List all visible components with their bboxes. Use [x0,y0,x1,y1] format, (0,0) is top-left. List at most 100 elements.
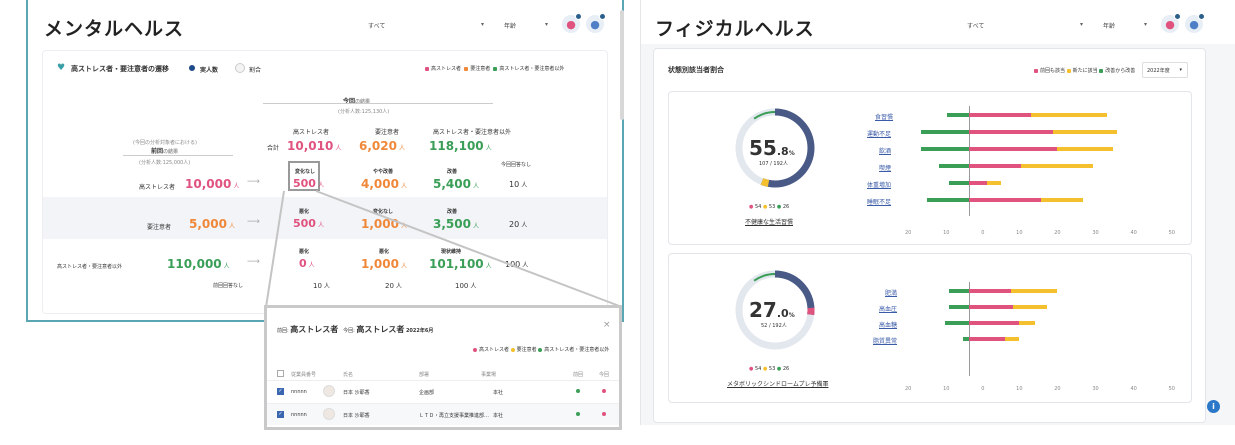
avatar [323,408,335,420]
col-site: 事業場 [481,372,497,378]
bar-yellow [1041,198,1083,202]
legend-new: 新たに該当 [1072,68,1098,74]
chevron-down-icon: ▾ [1079,21,1083,28]
info-icon[interactable]: i [1207,400,1220,413]
employee-site: 本社 [493,413,504,419]
female-user-icon[interactable]: ● [1161,13,1181,33]
bar-pink [969,289,1011,293]
category-link[interactable]: 高血圧 [879,304,897,313]
lifestyle-panel: 55.8% 107 / 192人 ● 54 ● 53 ● 26 不健康な生活習慣… [668,91,1192,245]
tick: 10 [943,230,950,236]
card-title: 状態別該当者割合 [668,66,724,74]
col-dept: 部署 [419,372,430,378]
ratio-text: 52 / 192人 [761,323,787,329]
bar-pink [969,164,1021,168]
category-link[interactable]: 喫煙 [879,163,891,172]
employee-id: nnnnn [291,412,307,418]
bar-yellow [1057,147,1113,151]
bar-pink [969,321,1019,325]
department-select-value: すべて [967,23,985,30]
male-user-icon[interactable]: ● [1185,13,1205,33]
bar-green [949,181,969,185]
mini-legend: ● 54 ● 53 ● 26 [749,366,790,372]
status-card: 状態別該当者割合 前回も該当 新たに該当 改善から改善 2022年度 ▾ 55.… [653,48,1206,423]
bar-pink [969,305,1013,309]
category-link[interactable]: 食習慣 [875,112,893,121]
employee-name: 日本 沙耶香 [343,413,370,419]
legend-caution: 要注意者 [516,347,537,353]
year-select-value: 2022年度 [1147,68,1170,74]
bar-green [949,305,969,309]
mini-legend-b: 53 [768,204,776,210]
bar-yellow [1013,305,1047,309]
category-link[interactable]: 肥満 [885,288,897,297]
prev-status-dot [576,389,580,393]
popup-prev-value: 高ストレス者 [290,325,339,334]
ratio-text: 107 / 192人 [759,161,788,167]
legend-improved: 改善から改善 [1105,68,1136,74]
bar-pink [969,130,1053,134]
bar-pink [969,337,1005,341]
percent-int: 27 [749,298,777,322]
category-link[interactable]: 脂質異常 [873,336,897,345]
category-link[interactable]: 睡眠不足 [867,197,891,206]
legend-high-stress: 高ストレス者 [479,347,510,353]
page-title: フィジカルヘルス [655,18,815,40]
bar-yellow [1019,321,1035,325]
mini-legend: ● 54 ● 53 ● 26 [749,204,790,210]
panel-caption[interactable]: 不健康な生活習慣 [745,217,793,226]
age-select[interactable]: 年齢 ▾ [1095,16,1153,36]
close-icon[interactable]: × [603,320,611,330]
col-cur: 今回 [599,372,610,378]
popup-cur-prefix: 今回: [343,328,355,334]
tick: 50 [1168,386,1175,392]
physical-health-panel: フィジカルヘルス すべて ▾ 年齢 ▾ ● ● 状態別該当者割合 前回も該当 新… [640,0,1235,425]
percent-dec: .0 [776,307,789,320]
bar-green [921,147,969,151]
tick: 20 [905,386,912,392]
bar-yellow [1005,337,1019,341]
employee-dept: 企画部 [419,390,435,396]
row-checkbox[interactable]: ✓ [277,388,284,395]
percent-dec: .8 [776,145,789,158]
mini-legend-c: 26 [782,366,790,372]
tick: 10 [1016,386,1023,392]
tick: 40 [1130,230,1137,236]
employee-name: 日本 沙耶香 [343,390,370,396]
category-link[interactable]: 飲酒 [879,146,891,155]
tick: 20 [1054,386,1061,392]
tick: 30 [1092,386,1099,392]
percent-int: 55 [749,136,777,160]
scrollbar[interactable] [620,10,624,120]
popup-prev-prefix: 前回: [277,328,289,334]
zero-axis [969,282,970,376]
bar-pink [969,113,1031,117]
popup-title: 前回: 高ストレス者 今回: 高ストレス者 2022年6月 [277,324,433,335]
department-select[interactable]: すべて ▾ [959,16,1089,36]
select-all-checkbox[interactable] [277,370,284,377]
year-select[interactable]: 2022年度 ▾ [1142,62,1188,78]
popup-period: 2022年6月 [405,328,434,334]
row-checkbox[interactable]: ✓ [277,411,284,418]
category-link[interactable]: 体重増加 [867,180,891,189]
percent-value: 55.8% [749,136,795,160]
age-select-value: 年齢 [1103,23,1116,30]
chevron-down-icon: ▾ [1143,21,1147,28]
bar-green [921,130,969,134]
legend-continued: 前回も該当 [1040,68,1066,74]
tick: 0 [981,230,985,236]
category-link[interactable]: 高血糖 [879,320,897,329]
employee-site: 本社 [493,390,504,396]
bar-green [939,164,969,168]
percent-value: 27.0% [749,298,795,322]
category-link[interactable]: 運動不足 [867,129,891,138]
mini-legend-c: 26 [782,204,790,210]
table-row[interactable] [267,380,619,402]
bar-green [945,321,969,325]
bar-yellow [987,181,1001,185]
tick: 10 [943,386,950,392]
col-employee-id: 従業員番号 [291,372,317,378]
popup-cur-value: 高ストレス者 [356,325,405,334]
panel-caption[interactable]: メタボリックシンドロームプレ予備軍 [727,379,828,388]
tick: 0 [981,386,985,392]
